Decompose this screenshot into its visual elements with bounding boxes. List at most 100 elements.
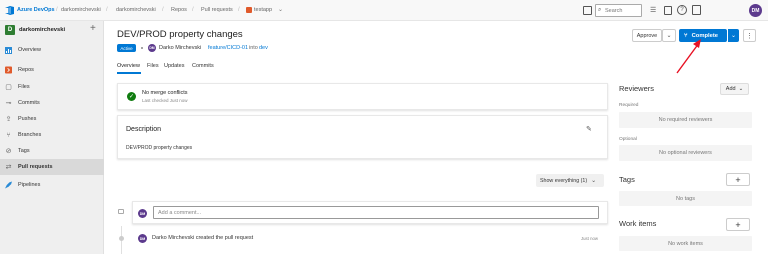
sidebar-item-files[interactable]: ▢ Files [0,79,104,95]
add-tag-button[interactable]: + [726,173,750,186]
bullet-separator [141,47,143,49]
project-header[interactable]: D darkomirchevski [5,24,100,36]
sidebar-item-label: Pushes [18,116,37,122]
no-tags-box: No tags [619,191,752,206]
sidebar-item-label: Pipelines [18,182,41,188]
merge-status-card: ✓ No merge conflicts Last checked Just n… [117,83,608,110]
merge-status-subtitle: Last checked Just now [142,98,188,103]
complete-dropdown-button[interactable]: ⌄ [727,29,739,42]
into-label: into [249,45,258,51]
breadcrumb-separator: / [238,7,240,13]
page-title: DEV/PROD property changes [117,29,243,40]
sidebar-item-label: Repos [18,67,34,73]
sidebar-item-commits[interactable]: ⊸ Commits [0,95,104,111]
no-required-reviewers: No required reviewers [619,112,752,128]
edit-pencil-icon[interactable]: ✎ [586,125,592,133]
tab-label: Commits [192,63,214,69]
top-bar: Azure DevOps / darkomirchevski / darkomi… [0,0,768,21]
tab-overview[interactable]: Overview [117,63,140,69]
no-required-text: No required reviewers [658,117,713,123]
settings-list-icon[interactable]: ☰ [650,6,656,14]
breadcrumb-pull-requests[interactable]: Pull requests [201,7,233,13]
chevron-down-icon: ⌄ [738,86,744,92]
project-badge: D [5,25,15,35]
work-items-title: Work items [619,219,657,228]
sidebar-item-tags[interactable]: ⊘ Tags [0,143,104,159]
tab-updates[interactable]: Updates [164,63,185,69]
marketplace-icon[interactable] [664,6,672,15]
add-icon[interactable]: + [90,23,96,34]
author-avatar: DM [148,44,156,52]
files-icon: ▢ [5,84,12,91]
no-work-items-box: No work items [619,236,752,251]
breadcrumb-separator: / [106,7,108,13]
no-tags-text: No tags [676,195,695,202]
comment-avatar: DM [138,209,147,218]
reviewers-title: Reviewers [619,84,655,93]
approve-label: Approve [636,32,658,39]
chevron-down-icon[interactable]: ⌄ [278,6,283,13]
more-options-button[interactable]: ⋮ [743,29,756,42]
avatar[interactable]: DM [749,4,762,17]
merge-status-title: No merge conflicts [142,90,188,96]
no-work-items-text: No work items [668,240,703,247]
tab-commits[interactable]: Commits [192,63,214,69]
sidebar-item-repos[interactable]: Repos [0,62,104,78]
commits-icon: ⊸ [5,100,12,107]
approve-button[interactable]: Approve [632,29,662,42]
comment-input[interactable]: Add a comment... [153,206,599,219]
plus-icon: + [735,174,741,185]
repos-icon [5,66,12,74]
breadcrumb-organization[interactable]: darkomirchevski [61,7,101,13]
target-branch-link[interactable]: dev [259,45,268,51]
add-label: Add [725,86,736,92]
user-settings-icon[interactable] [692,5,701,15]
azure-devops-logo-icon[interactable] [4,5,15,16]
sidebar-item-label: Pull requests [18,164,53,170]
pipelines-icon [5,181,12,189]
sidebar-item-overview[interactable]: Overview [0,42,104,58]
show-everything-filter[interactable]: Show everything (1) ⌄ [536,174,604,187]
activity-time: Just now [581,236,598,241]
plus-icon: + [735,219,741,230]
help-icon[interactable]: ? [677,5,687,15]
optional-label: Optional [619,137,637,142]
add-work-item-button[interactable]: + [726,218,750,231]
sidebar-item-label: Files [18,84,30,90]
no-optional-text: No optional reviewers [659,150,712,156]
sidebar-item-pushes[interactable]: ⇪ Pushes [0,111,104,127]
sidebar-item-label: Branches [18,132,42,138]
chevron-down-icon: ⌄ [730,33,737,39]
breadcrumb-repo[interactable]: testapp [254,7,272,13]
sidebar-item-pipelines[interactable]: Pipelines [0,177,104,193]
chevron-down-icon: ⌄ [666,33,672,39]
sidebar-item-label: Commits [18,100,40,106]
breadcrumb-project[interactable]: darkomirchevski [116,7,156,13]
description-heading: Description [126,126,162,133]
search-box[interactable]: ⌕ Search [595,4,642,17]
source-branch-link[interactable]: feature/CICD-01 [208,45,248,51]
tab-label: Files [147,63,159,69]
annotation-arrow [676,39,701,74]
sidebar-item-label: Tags [18,148,30,154]
pushes-icon: ⇪ [5,116,12,123]
project-name: darkomirchevski [19,27,66,33]
search-icon: ⌕ [598,7,602,13]
breadcrumb-separator: / [162,7,164,13]
tags-title: Tags [619,175,635,184]
more-vertical-icon: ⋮ [746,32,753,40]
tab-files[interactable]: Files [147,63,159,69]
comment-bubble-icon [118,209,124,214]
task-list-icon[interactable] [583,6,592,15]
app-name[interactable]: Azure DevOps [17,7,55,13]
status-badge: Active [117,44,136,52]
sidebar-item-branches[interactable]: ⑂ Branches [0,127,104,143]
add-reviewer-button[interactable]: Add ⌄ [720,83,749,95]
chevron-down-icon: ⌄ [591,178,597,184]
timeline-dot [119,236,124,241]
description-card: Description ✎ DEV/PROD property changes [117,115,608,159]
breadcrumb-repos[interactable]: Repos [171,7,187,13]
pull-requests-icon: ⇄ [5,164,12,171]
sidebar: D darkomirchevski + Overview Repos ▢ Fil… [0,21,104,254]
sidebar-item-pull-requests[interactable]: ⇄ Pull requests [0,159,104,175]
